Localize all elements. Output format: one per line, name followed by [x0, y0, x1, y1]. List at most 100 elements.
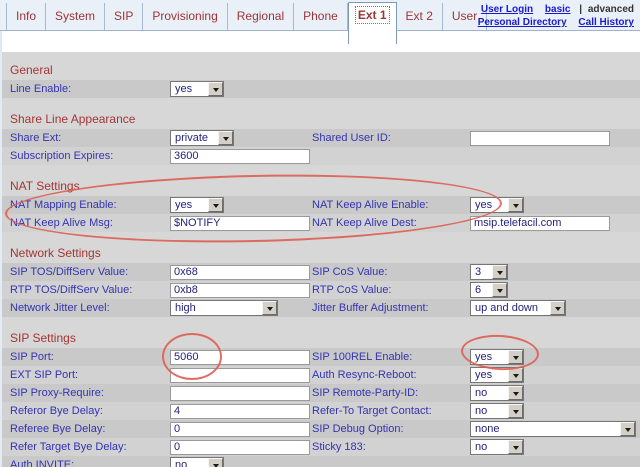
ext-sip-port-input[interactable] — [170, 368, 310, 383]
section-title: Share Line Appearance — [2, 111, 640, 127]
field-row: Auth INVITE:no — [2, 456, 640, 467]
jitter-buffer-adjustment-select[interactable]: up and down — [470, 300, 566, 316]
section-title: Network Settings — [2, 245, 640, 261]
selected-option-label: no — [171, 458, 208, 467]
subscription-expires-label: Subscription Expires: — [10, 150, 113, 162]
refer-target-bye-delay-input[interactable] — [170, 440, 310, 455]
section-title: NAT Settings — [2, 178, 640, 194]
selected-option-label: yes — [471, 350, 508, 364]
field-row: RTP TOS/DiffServ Value:RTP CoS Value:6 — [2, 281, 640, 299]
sip-remote-party-id-select[interactable]: no — [470, 385, 524, 401]
section-network-settings: Network Settings SIP TOS/DiffServ Value:S… — [2, 245, 640, 317]
field-row: Referor Bye Delay:Refer-To Target Contac… — [2, 402, 640, 420]
auth-resync-reboot-select[interactable]: yes — [470, 367, 524, 383]
selected-option-label: no — [471, 404, 508, 418]
tab-label: Provisioning — [152, 9, 217, 23]
network-jitter-level-label: Network Jitter Level: — [10, 302, 110, 314]
refer-to-target-contact-select[interactable]: no — [470, 403, 524, 419]
sip-100rel-enable-select[interactable]: yes — [470, 349, 524, 365]
tab-sip[interactable]: SIP — [105, 3, 143, 31]
auth-resync-reboot-label: Auth Resync-Reboot: — [312, 369, 417, 381]
sip-proxy-require-label: SIP Proxy-Require: — [10, 387, 104, 399]
dropdown-arrow-icon — [208, 458, 223, 467]
share-ext-select[interactable]: private — [170, 130, 234, 146]
section-general: General Line Enable:yes — [2, 62, 640, 98]
tab-label: SIP — [114, 9, 133, 23]
dropdown-arrow-icon — [262, 301, 277, 315]
tab-phone[interactable]: Phone — [294, 3, 348, 31]
tab-system[interactable]: System — [46, 3, 105, 31]
rtp-tos-diffserv-value-input[interactable] — [170, 283, 310, 298]
referor-bye-delay-input[interactable] — [170, 404, 310, 419]
dropdown-arrow-icon — [492, 283, 507, 297]
field-row: SIP TOS/DiffServ Value:SIP CoS Value:3 — [2, 263, 640, 281]
auth-invite-select[interactable]: no — [170, 457, 224, 467]
dropdown-arrow-icon — [208, 82, 223, 96]
section-title: General — [2, 62, 640, 78]
nat-mapping-enable-select[interactable]: yes — [170, 197, 224, 213]
selected-option-label: 3 — [471, 265, 492, 279]
field-row: Referee Bye Delay:SIP Debug Option:none — [2, 420, 640, 438]
selected-option-label: 6 — [471, 283, 492, 297]
dropdown-arrow-icon — [218, 131, 233, 145]
tab-label: Phone — [303, 9, 338, 23]
account-links: User Login basic | advanced Personal Dir… — [469, 3, 634, 29]
referee-bye-delay-input[interactable] — [170, 422, 310, 437]
field-row: Line Enable:yes — [2, 80, 640, 98]
tab-provisioning[interactable]: Provisioning — [143, 3, 227, 31]
tab-regional[interactable]: Regional — [228, 3, 294, 31]
dropdown-arrow-icon — [508, 350, 523, 364]
sip-proxy-require-input[interactable] — [170, 386, 310, 401]
field-row: Refer Target Bye Delay:Sticky 183:no — [2, 438, 640, 456]
sip-debug-option-label: SIP Debug Option: — [312, 423, 404, 435]
sticky-183-label: Sticky 183: — [312, 441, 366, 453]
tab-label: Regional — [237, 9, 284, 23]
sip-port-label: SIP Port: — [10, 351, 54, 363]
field-row: NAT Keep Alive Msg:NAT Keep Alive Dest: — [2, 214, 640, 232]
advanced-mode-label: advanced — [588, 4, 634, 15]
network-jitter-level-select[interactable]: high — [170, 300, 278, 316]
sip-tos-diffserv-value-input[interactable] — [170, 265, 310, 280]
links-row-1: User Login basic | advanced — [469, 3, 634, 16]
line-enable-select[interactable]: yes — [170, 81, 224, 97]
sip-tos-diffserv-value-label: SIP TOS/DiffServ Value: — [10, 266, 128, 278]
selected-option-label: private — [171, 131, 218, 145]
selected-option-label: no — [471, 440, 508, 454]
share-ext-label: Share Ext: — [10, 132, 61, 144]
section-sip-settings: SIP SettingsSIP Port:SIP 100REL Enable:y… — [2, 330, 640, 467]
selected-option-label: yes — [471, 198, 508, 212]
dropdown-arrow-icon — [508, 386, 523, 400]
tab-info[interactable]: Info — [6, 3, 46, 31]
dropdown-arrow-icon — [508, 404, 523, 418]
nat-keep-alive-enable-select[interactable]: yes — [470, 197, 524, 213]
dropdown-arrow-icon — [620, 422, 635, 436]
tab-ext-1[interactable]: Ext 1 — [348, 2, 397, 44]
dropdown-arrow-icon — [508, 440, 523, 454]
selected-option-label: none — [471, 422, 620, 436]
sip-port-input[interactable] — [170, 350, 310, 365]
call-history-link[interactable]: Call History — [578, 17, 634, 28]
dropdown-arrow-icon — [508, 198, 523, 212]
sip-debug-option-select[interactable]: none — [470, 421, 636, 437]
dropdown-arrow-icon — [208, 198, 223, 212]
sip-cos-value-select[interactable]: 3 — [470, 264, 508, 280]
basic-link[interactable]: basic — [545, 4, 571, 15]
sticky-183-select[interactable]: no — [470, 439, 524, 455]
dropdown-arrow-icon — [550, 301, 565, 315]
nat-keep-alive-msg-input[interactable] — [170, 216, 310, 231]
user-login-link[interactable]: User Login — [481, 4, 533, 15]
refer-to-target-contact-label: Refer-To Target Contact: — [312, 405, 432, 417]
nat-keep-alive-dest-input[interactable] — [470, 216, 610, 231]
shared-user-id-input[interactable] — [470, 131, 610, 146]
ext-sip-port-label: EXT SIP Port: — [10, 369, 78, 381]
personal-directory-link[interactable]: Personal Directory — [478, 17, 567, 28]
tab-ext-2[interactable]: Ext 2 — [397, 3, 443, 31]
sip-100rel-enable-label: SIP 100REL Enable: — [312, 351, 412, 363]
tab-label: Ext 1 — [356, 7, 389, 23]
field-row: Network Jitter Level:highJitter Buffer A… — [2, 299, 640, 317]
field-row: Share Ext: private Shared User ID: — [2, 129, 640, 147]
rtp-cos-value-select[interactable]: 6 — [470, 282, 508, 298]
subscription-expires-input[interactable] — [170, 149, 310, 164]
field-row: SIP Proxy-Require:SIP Remote-Party-ID:no — [2, 384, 640, 402]
shared-user-id-label: Shared User ID: — [312, 132, 391, 144]
